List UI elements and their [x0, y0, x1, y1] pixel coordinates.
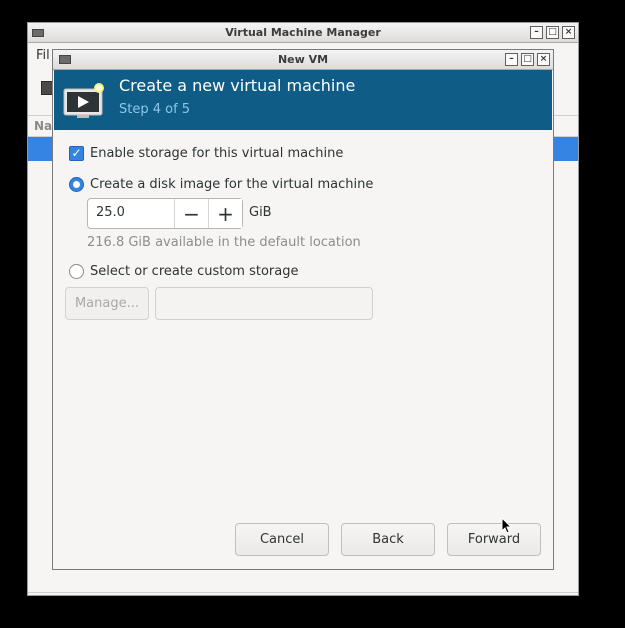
mouse-pointer-icon — [501, 517, 513, 534]
wizard-banner: Create a new virtual machine Step 4 of 5 — [54, 70, 552, 130]
vm-play-icon — [63, 83, 104, 118]
decrement-button[interactable]: − — [174, 199, 208, 228]
dialog-maximize-button[interactable]: □ — [521, 53, 534, 66]
custom-storage-path-input[interactable] — [155, 287, 373, 320]
minus-icon: − — [183, 201, 200, 226]
divider — [28, 592, 578, 593]
disk-unit-label: GiB — [249, 205, 272, 220]
custom-storage-row[interactable]: Select or create custom storage — [69, 264, 298, 279]
main-window-title: Virtual Machine Manager — [225, 26, 381, 39]
available-space-text: 216.8 GiB available in the default locat… — [87, 235, 361, 250]
enable-storage-row[interactable]: ✓ Enable storage for this virtual machin… — [69, 146, 343, 161]
custom-storage-label[interactable]: Select or create custom storage — [90, 264, 298, 279]
create-disk-radio[interactable] — [69, 177, 84, 192]
cancel-button[interactable]: Cancel — [235, 523, 329, 556]
main-titlebar[interactable]: Virtual Machine Manager – □ × — [28, 23, 578, 43]
new-vm-dialog: New VM – □ × Create a new virtual machin… — [52, 49, 554, 570]
menu-file[interactable]: Fil — [36, 48, 50, 63]
create-disk-label[interactable]: Create a disk image for the virtual mach… — [90, 177, 373, 192]
disk-size-input[interactable]: 25.0 — [88, 199, 174, 228]
disk-size-spinner[interactable]: 25.0 − + — [87, 198, 243, 229]
plus-icon: + — [217, 201, 234, 226]
increment-button[interactable]: + — [208, 199, 242, 228]
back-button[interactable]: Back — [341, 523, 435, 556]
create-disk-row[interactable]: Create a disk image for the virtual mach… — [69, 177, 373, 192]
dialog-titlebar[interactable]: New VM – □ × — [53, 50, 553, 70]
dialog-title: New VM — [277, 53, 329, 66]
step-indicator: Step 4 of 5 — [119, 102, 191, 117]
minimize-button[interactable]: – — [530, 26, 543, 39]
maximize-button[interactable]: □ — [546, 26, 559, 39]
dialog-close-button[interactable]: × — [537, 53, 550, 66]
custom-storage-radio[interactable] — [69, 264, 84, 279]
enable-storage-label[interactable]: Enable storage for this virtual machine — [90, 146, 343, 161]
manage-button[interactable]: Manage... — [65, 287, 149, 320]
forward-button[interactable]: Forward — [447, 523, 541, 556]
banner-title: Create a new virtual machine — [119, 76, 356, 95]
dialog-minimize-button[interactable]: – — [505, 53, 518, 66]
close-button[interactable]: × — [562, 26, 575, 39]
enable-storage-checkbox[interactable]: ✓ — [69, 146, 84, 161]
